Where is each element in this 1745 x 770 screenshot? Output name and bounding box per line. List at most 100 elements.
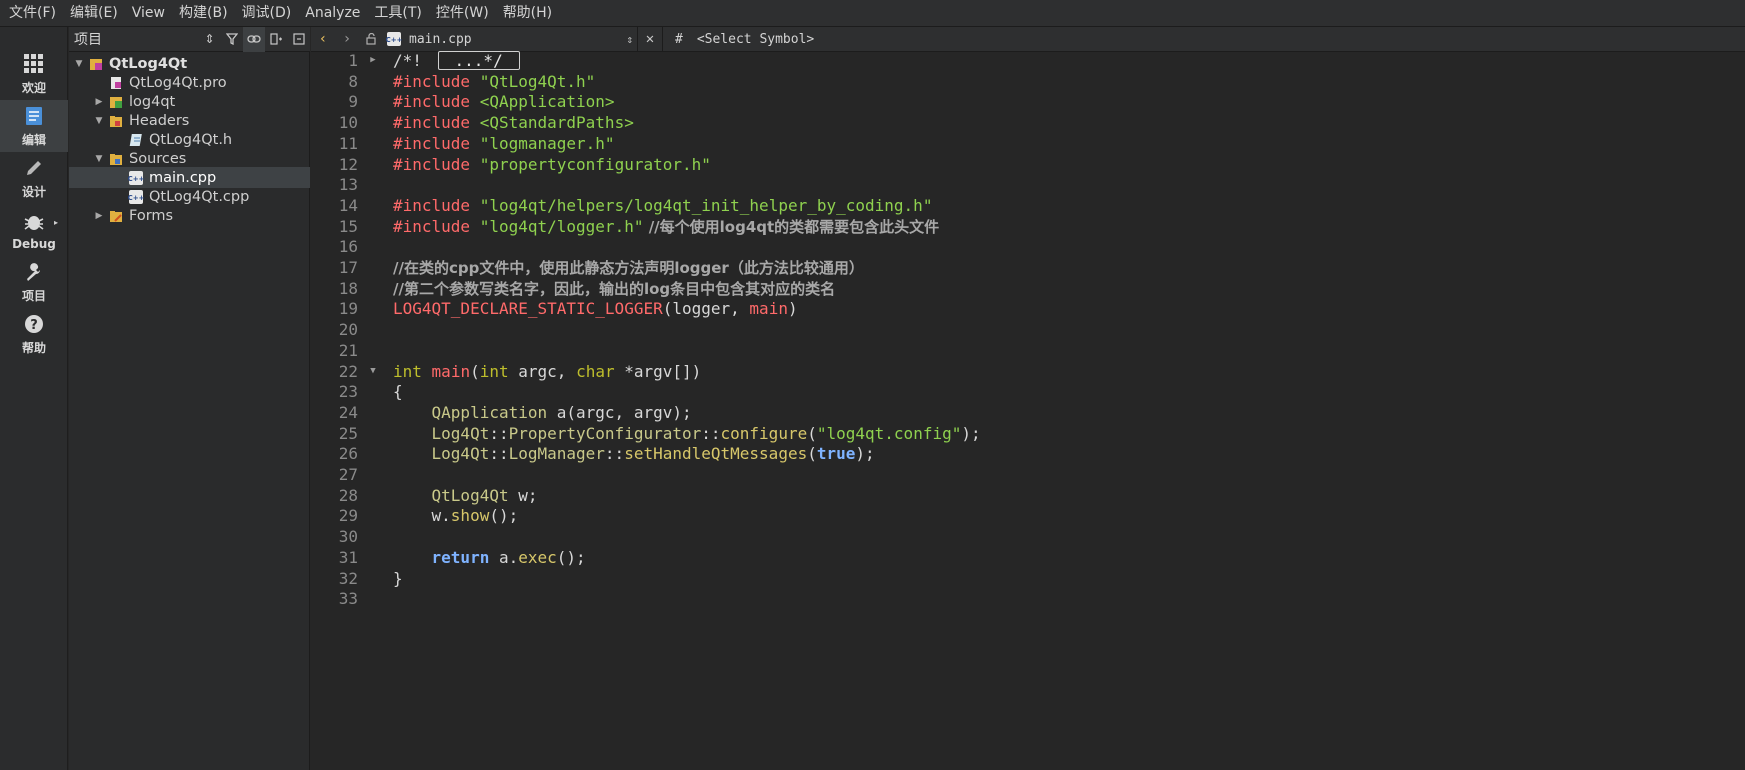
code-line[interactable]: 14 #include "log4qt/helpers/log4qt_init_h… [311,194,1745,217]
mode-help-circle[interactable]: ? 帮助 [0,308,68,360]
tree-item[interactable]: QtLog4Qt.pro [69,72,310,93]
code-line[interactable]: 31 return a.exec(); [311,546,1745,569]
help-circle-icon: ? [22,312,46,336]
cpp-file-icon: C++ [386,31,402,47]
fold-collapse-icon[interactable]: ▼ [367,360,379,383]
code-token: return [431,547,490,567]
tree-item[interactable]: QtLog4Qt.h [69,129,310,150]
code-line[interactable]: 26 Log4Qt::LogManager::setHandleQtMessag… [311,442,1745,465]
back-icon[interactable]: ‹ [311,27,335,52]
tree-item[interactable]: C++ main.cpp [69,167,310,188]
close-document-icon[interactable]: ✕ [638,27,662,52]
mode-grid[interactable]: 欢迎 [0,48,68,100]
menu-item[interactable]: 构建(B) [172,0,235,27]
code-line[interactable]: 29 w.show(); [311,504,1745,527]
menu-item[interactable]: 文件(F) [2,0,63,27]
collapse-arrow-icon[interactable]: ▶ [93,205,105,226]
cpp-file-icon: C++ [128,170,144,186]
code-text: #include "QtLog4Qt.h" [393,70,595,93]
code-line[interactable]: 11 #include "logmanager.h" [311,132,1745,155]
code-line[interactable]: 8 #include "QtLog4Qt.h" [311,70,1745,93]
code-line[interactable]: 15 #include "log4qt/logger.h" //每个使用log4q… [311,215,1745,238]
combo-arrows-icon[interactable]: ⇕ [198,27,220,52]
line-number: 12 [338,154,358,174]
code-line[interactable]: 16 [311,235,1745,258]
code-line[interactable]: 19 LOG4QT_DECLARE_STATIC_LOGGER(logger, m… [311,297,1745,320]
code-token: :: [604,444,625,464]
code-line[interactable]: 20 [311,318,1745,341]
code-token: w. [393,506,451,526]
mode-document-edit[interactable]: 编辑 [0,100,68,152]
code-token: exec [518,547,557,567]
line-number: 20 [338,320,358,340]
line-number: 9 [348,92,358,112]
tree-item[interactable]: ▶ Forms [69,205,310,226]
link-icon[interactable] [243,26,266,52]
mode-wrench[interactable]: 项目 [0,256,68,308]
code-line[interactable]: 27 [311,463,1745,486]
code-line[interactable]: 30 [311,525,1745,548]
menu-item[interactable]: 工具(T) [367,0,428,27]
code-token: (logger, [662,299,750,319]
menu-item[interactable]: 编辑(E) [63,0,125,27]
open-documents-combo[interactable]: C++ main.cpp ⇕ [383,31,637,47]
subproject-icon [108,94,124,110]
tree-item[interactable]: ▼ Sources [69,148,310,169]
svg-text:?: ? [30,318,38,333]
close-pane-icon[interactable] [288,27,310,52]
tree-item[interactable]: ▼ QtLog4Qt [69,53,310,74]
expand-arrow-icon[interactable]: ▼ [93,148,105,169]
split-icon[interactable] [265,27,287,52]
tree-item[interactable]: ▶ log4qt [69,91,310,112]
menu-item[interactable]: Analyze [298,0,367,27]
mode-bug[interactable]: Debug ▸ [0,204,68,256]
menu-item[interactable]: View [125,0,172,27]
code-line[interactable]: 10 #include <QStandardPaths> [311,111,1745,134]
forward-icon[interactable]: › [335,27,359,52]
menu-item[interactable]: 控件(W) [429,0,496,27]
code-line[interactable]: 1 ▶ /*! ...*/ [311,49,1745,72]
expand-arrow-icon[interactable]: ▼ [93,110,105,131]
code-line[interactable]: 33 [311,587,1745,610]
code-line[interactable]: 13 [311,173,1745,196]
code-line[interactable]: 22 ▼ int main(int argc, char *argv[]) [311,360,1745,383]
code-line[interactable]: 28 QtLog4Qt w; [311,484,1745,507]
code-line[interactable]: 21 [311,339,1745,362]
line-number: 10 [338,113,358,133]
tree-item[interactable]: ▼ Headers [69,110,310,131]
collapse-arrow-icon[interactable]: ▶ [93,91,105,112]
mode-pencil[interactable]: 设计 [0,152,68,204]
mode-label: Debug [12,236,56,251]
svg-text:C++: C++ [386,36,402,44]
tree-item[interactable]: C++ QtLog4Qt.cpp [69,186,310,207]
code-line[interactable]: 17 //在类的cpp文件中，使用此静态方法声明logger（此方法比较通用） [311,256,1745,279]
menu-item[interactable]: 帮助(H) [496,0,559,27]
line-number: 25 [338,423,358,443]
code-token: PropertyConfigurator [508,423,702,443]
code-line[interactable]: 12 #include "propertyconfigurator.h" [311,153,1745,176]
code-line[interactable]: 18 //第二个参数写类名字，因此，输出的log条目中包含其对应的类名 [311,277,1745,300]
menu-item[interactable]: 调试(D) [235,0,299,27]
project-view-selector[interactable]: 项目 [74,29,198,49]
code-token: "QtLog4Qt.h" [479,71,596,91]
headers-folder-icon [108,113,124,129]
code-line[interactable]: 25 Log4Qt::PropertyConfigurator::configu… [311,422,1745,445]
code-token: :: [701,423,721,443]
folded-comment-button[interactable]: ...*/ [437,51,520,70]
code-text: #include <QStandardPaths> [393,111,634,134]
symbol-selector[interactable]: <Select Symbol> [697,32,814,47]
code-editor[interactable]: 1 ▶ /*! ...*/ 8 #include "QtLog4Qt.h" 9 #inclu… [311,49,1745,770]
filter-icon[interactable] [221,27,243,52]
code-line[interactable]: 24 QApplication a(argc, argv); [311,401,1745,424]
code-line[interactable]: 32} [311,567,1745,590]
fold-expand-icon[interactable]: ▶ [367,49,379,72]
code-token: "propertyconfigurator.h" [479,154,711,174]
project-tree: ▼ QtLog4Qt QtLog4Qt.pro ▶ log4qt ▼ Headers QtLo… [69,52,310,770]
code-line[interactable]: 9 #include <QApplication> [311,90,1745,113]
code-token: //第二个参数写类名字，因此，输出的log条目中包含其对应的类名 [393,279,836,298]
expand-arrow-icon[interactable]: ▼ [73,53,85,74]
line-number: 29 [338,506,358,526]
code-line[interactable]: 23 { [311,380,1745,403]
